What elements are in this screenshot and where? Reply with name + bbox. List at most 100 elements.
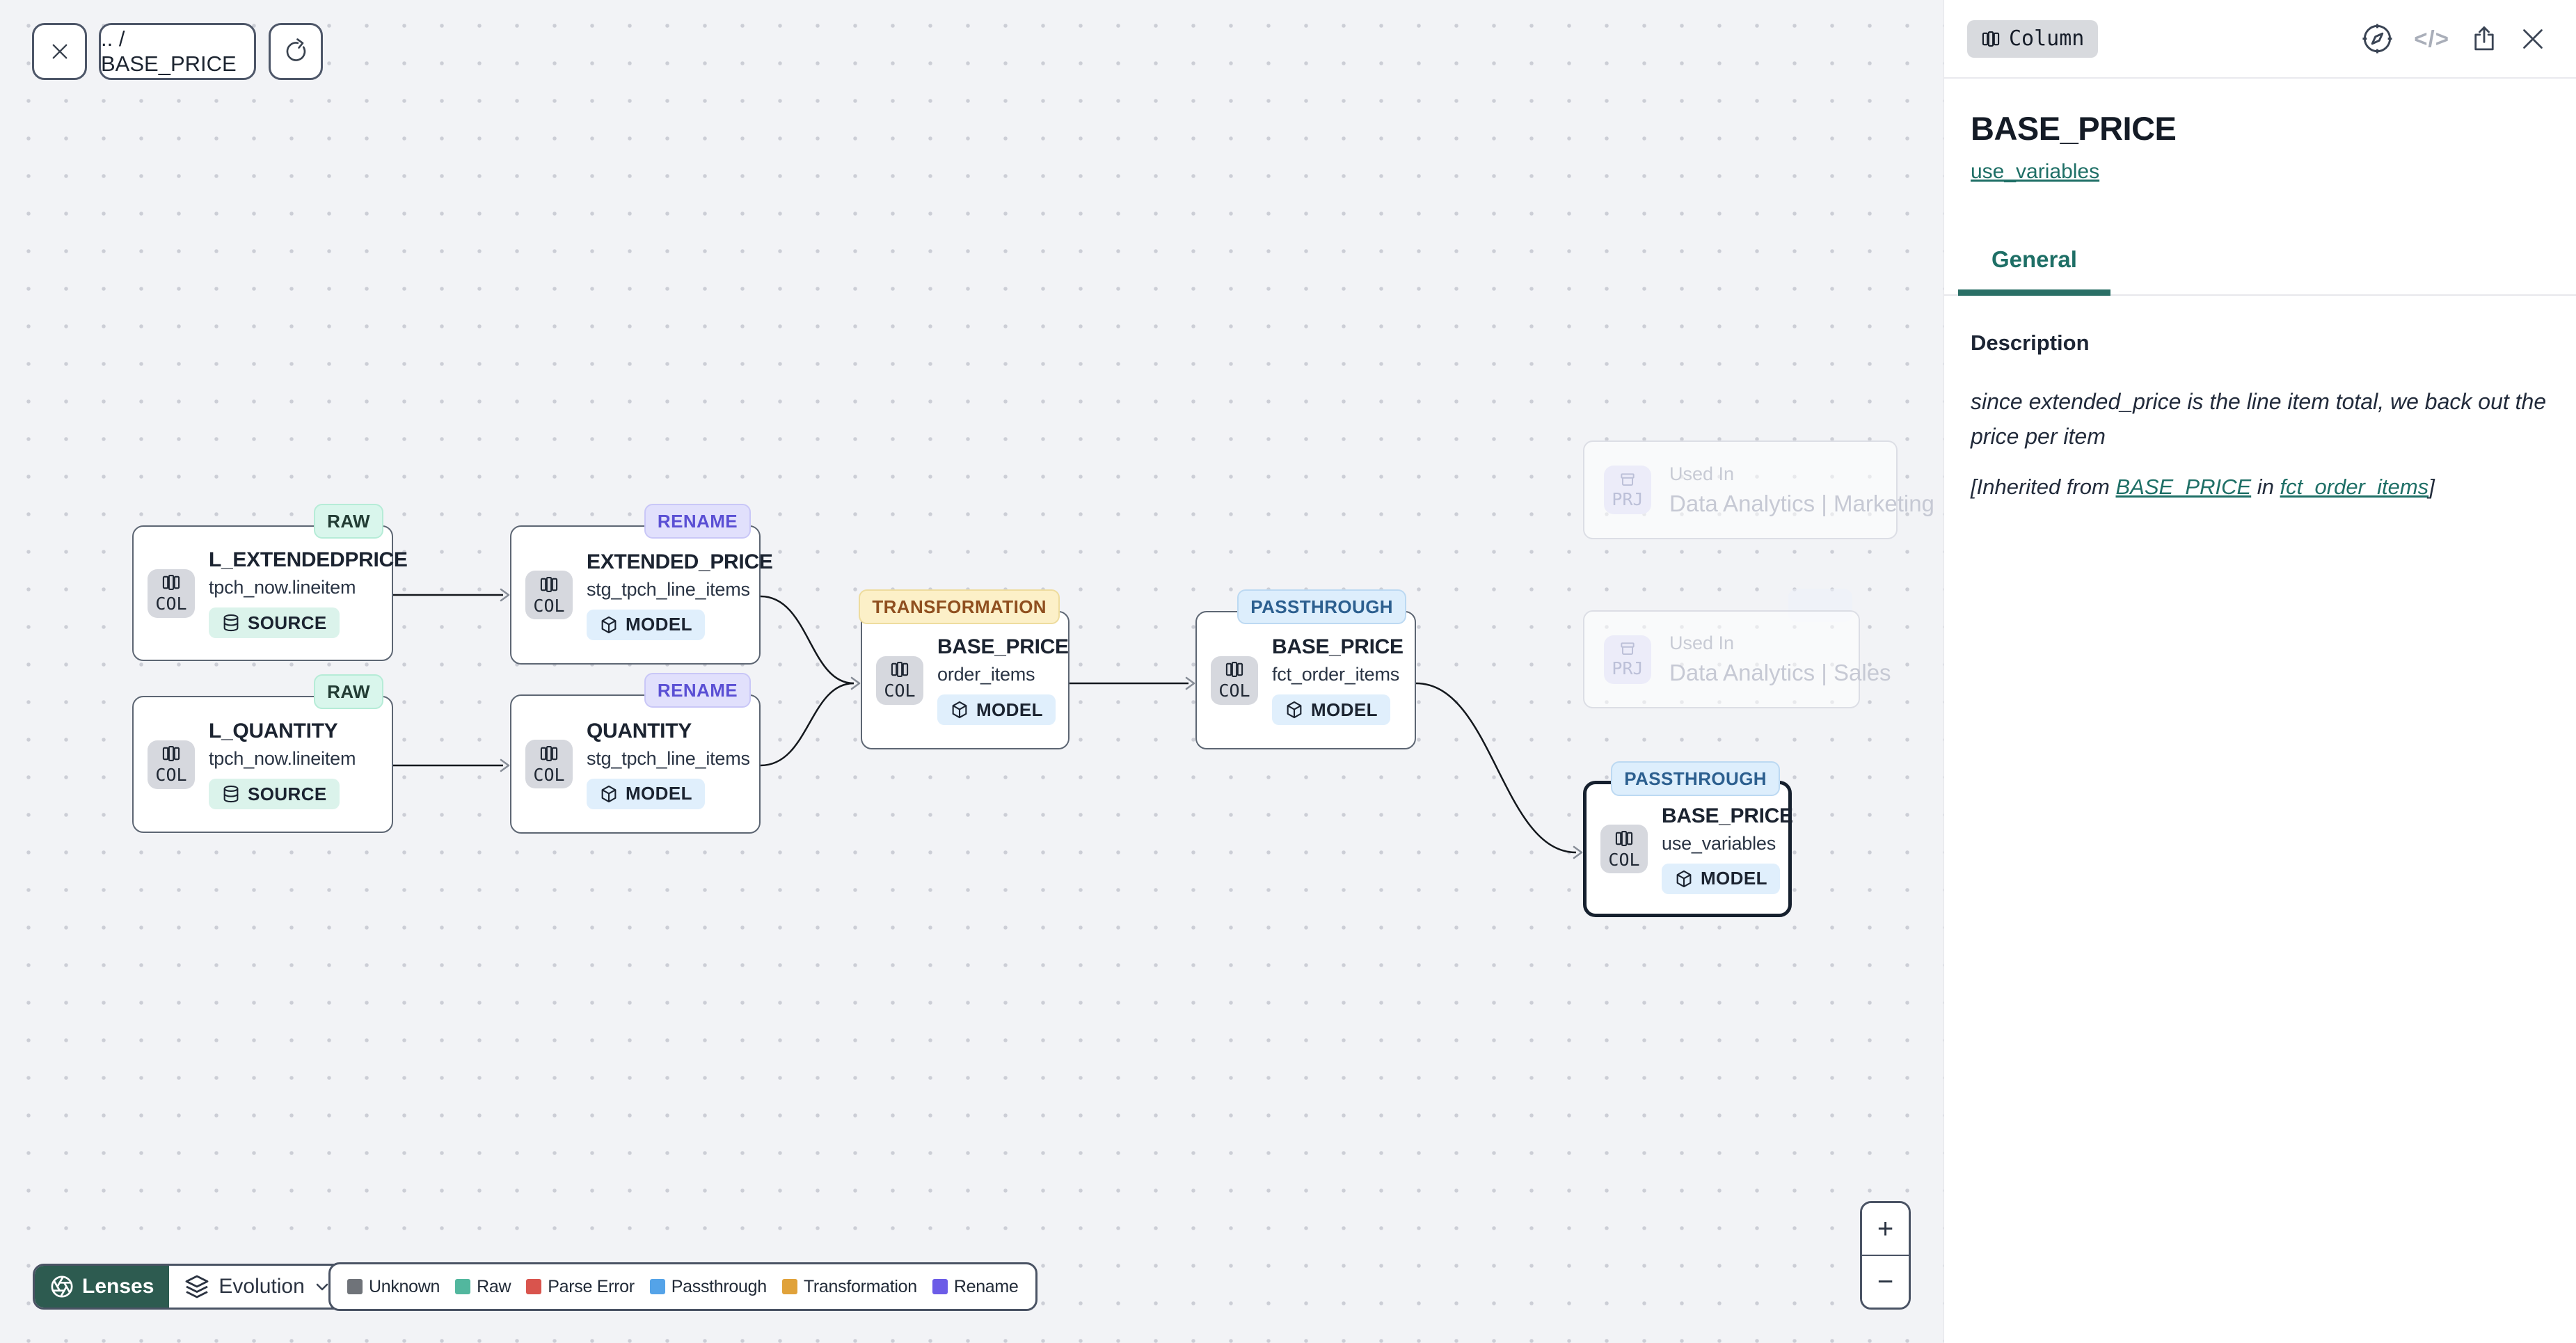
project-kind-icon: PRJ <box>1604 635 1651 684</box>
columns-icon <box>1981 29 2001 49</box>
node-title: L_EXTENDEDPRICE <box>209 548 378 572</box>
columns-icon <box>539 744 559 763</box>
ghost-used-in-label: Used In <box>1669 463 1934 485</box>
lenses-button[interactable]: Lenses <box>35 1266 169 1308</box>
inherited-model-link[interactable]: fct_order_items <box>2280 475 2429 499</box>
legend-item: Passthrough <box>650 1277 767 1297</box>
tab-bar: General <box>1944 246 2576 296</box>
lens-legend: Unknown Raw Parse Error Passthrough Tran… <box>328 1262 1037 1311</box>
lens-mode-label: Evolution <box>218 1275 304 1298</box>
node-l-quantity[interactable]: RAW COL L_QUANTITY tpch_now.lineitem SOU… <box>132 696 393 833</box>
entity-type-label: Column <box>2009 26 2084 51</box>
database-icon <box>221 613 241 633</box>
cube-icon <box>1674 869 1694 889</box>
breadcrumb[interactable]: .. / BASE_PRICE <box>99 23 256 80</box>
panel-body: BASE_PRICE use_variables General Descrip… <box>1944 109 2576 500</box>
node-title: EXTENDED_PRICE <box>587 550 745 574</box>
legend-swatch <box>347 1279 363 1294</box>
node-base-price-order-items[interactable]: TRANSFORMATION COL BASE_PRICE order_item… <box>861 611 1070 749</box>
tab-general[interactable]: General <box>1958 246 2110 296</box>
legend-swatch <box>782 1279 797 1294</box>
kind-label: COL <box>155 594 186 614</box>
legend-item: Parse Error <box>526 1277 635 1297</box>
kind-label: COL <box>884 681 915 701</box>
zoom-in-button[interactable]: + <box>1862 1203 1909 1256</box>
legend-item: Rename <box>932 1277 1019 1297</box>
lens-badge: TRANSFORMATION <box>859 589 1060 624</box>
compass-icon[interactable] <box>2361 22 2394 55</box>
inherited-prefix: [Inherited from <box>1971 475 2115 499</box>
cube-icon <box>1285 700 1304 720</box>
cube-icon <box>599 784 619 804</box>
zoom-controls[interactable]: + − <box>1860 1201 1911 1310</box>
details-panel: Column </> BASE_PRICE use_variables Gene… <box>1943 0 2576 1343</box>
archive-icon <box>1617 640 1638 658</box>
refresh-button[interactable] <box>269 23 323 80</box>
node-title: BASE_PRICE <box>937 635 1054 659</box>
column-kind-icon: COL <box>148 569 195 618</box>
zoom-out-button[interactable]: − <box>1862 1256 1909 1308</box>
entity-type-badge: Column <box>1967 20 2098 58</box>
lenses-label: Lenses <box>82 1275 154 1298</box>
columns-icon <box>889 660 910 679</box>
lens-selector[interactable]: Lenses Evolution <box>33 1264 348 1310</box>
model-chip: MODEL <box>937 694 1056 725</box>
model-link[interactable]: use_variables <box>1971 160 2099 184</box>
refresh-icon <box>282 38 310 65</box>
node-quantity[interactable]: RENAME COL QUANTITY stg_tpch_line_items … <box>510 694 761 834</box>
ghost-node-marketing[interactable]: PRJ Used In Data Analytics | Marketing <box>1583 440 1898 539</box>
legend-swatch <box>526 1279 541 1294</box>
inherited-column-link[interactable]: BASE_PRICE <box>2115 475 2251 499</box>
ghost-node-name: Data Analytics | Sales <box>1669 660 1891 686</box>
kind-label: COL <box>533 596 564 616</box>
lineage-canvas[interactable]: .. / BASE_PRICE PRJ Used In Data Analyti… <box>0 0 1943 1343</box>
close-lineage-button[interactable] <box>32 23 87 80</box>
close-icon[interactable] <box>2519 25 2547 53</box>
kind-label: COL <box>1608 850 1639 870</box>
node-subtitle: tpch_now.lineitem <box>209 577 378 598</box>
layers-icon <box>184 1274 209 1299</box>
lens-badge: RAW <box>314 674 383 709</box>
lens-badge: PASSTHROUGH <box>1237 589 1406 624</box>
column-kind-icon: COL <box>876 656 923 705</box>
node-l-extendedprice[interactable]: RAW COL L_EXTENDEDPRICE tpch_now.lineite… <box>132 525 393 661</box>
aperture-icon <box>50 1275 74 1298</box>
column-kind-icon: COL <box>1211 656 1258 705</box>
lens-mode-dropdown[interactable]: Evolution <box>169 1266 345 1308</box>
inherited-suffix: ] <box>2428 475 2435 499</box>
legend-swatch <box>455 1279 470 1294</box>
node-base-price-use-variables[interactable]: PASSTHROUGH COL BASE_PRICE use_variables… <box>1583 781 1792 917</box>
legend-item: Unknown <box>347 1277 440 1297</box>
column-kind-icon: COL <box>525 571 573 619</box>
kind-label: PRJ <box>1612 658 1643 678</box>
inherited-note: [Inherited from BASE_PRICE in fct_order_… <box>1971 475 2547 500</box>
model-chip: MODEL <box>587 779 705 809</box>
legend-swatch <box>650 1279 665 1294</box>
node-subtitle: stg_tpch_line_items <box>587 579 745 601</box>
ghost-used-in-label: Used In <box>1669 633 1891 654</box>
node-base-price-fct-order-items[interactable]: PASSTHROUGH COL BASE_PRICE fct_order_ite… <box>1195 611 1416 749</box>
inherited-mid: in <box>2251 475 2280 499</box>
column-kind-icon: COL <box>148 740 195 789</box>
column-kind-icon: COL <box>1600 825 1648 873</box>
page-title: BASE_PRICE <box>1971 109 2547 148</box>
legend-swatch <box>932 1279 948 1294</box>
node-subtitle: order_items <box>937 664 1054 685</box>
ghost-node-name: Data Analytics | Marketing <box>1669 491 1934 517</box>
columns-icon <box>1614 829 1635 848</box>
share-icon[interactable] <box>2470 23 2499 55</box>
lens-badge: RENAME <box>644 673 751 708</box>
close-icon <box>48 40 72 63</box>
lens-badge: PASSTHROUGH <box>1611 761 1780 796</box>
project-kind-icon: PRJ <box>1604 466 1651 514</box>
kind-label: PRJ <box>1612 489 1643 509</box>
node-title: QUANTITY <box>587 720 745 743</box>
code-icon[interactable]: </> <box>2414 26 2449 52</box>
source-chip: SOURCE <box>209 607 340 638</box>
columns-icon <box>161 744 182 763</box>
node-subtitle: tpch_now.lineitem <box>209 748 356 770</box>
ghost-node-sales[interactable]: PRJ Used In Data Analytics | Sales <box>1583 610 1860 708</box>
node-extended-price[interactable]: RENAME COL EXTENDED_PRICE stg_tpch_line_… <box>510 525 761 665</box>
lens-badge: RAW <box>314 504 383 539</box>
legend-item: Raw <box>455 1277 511 1297</box>
